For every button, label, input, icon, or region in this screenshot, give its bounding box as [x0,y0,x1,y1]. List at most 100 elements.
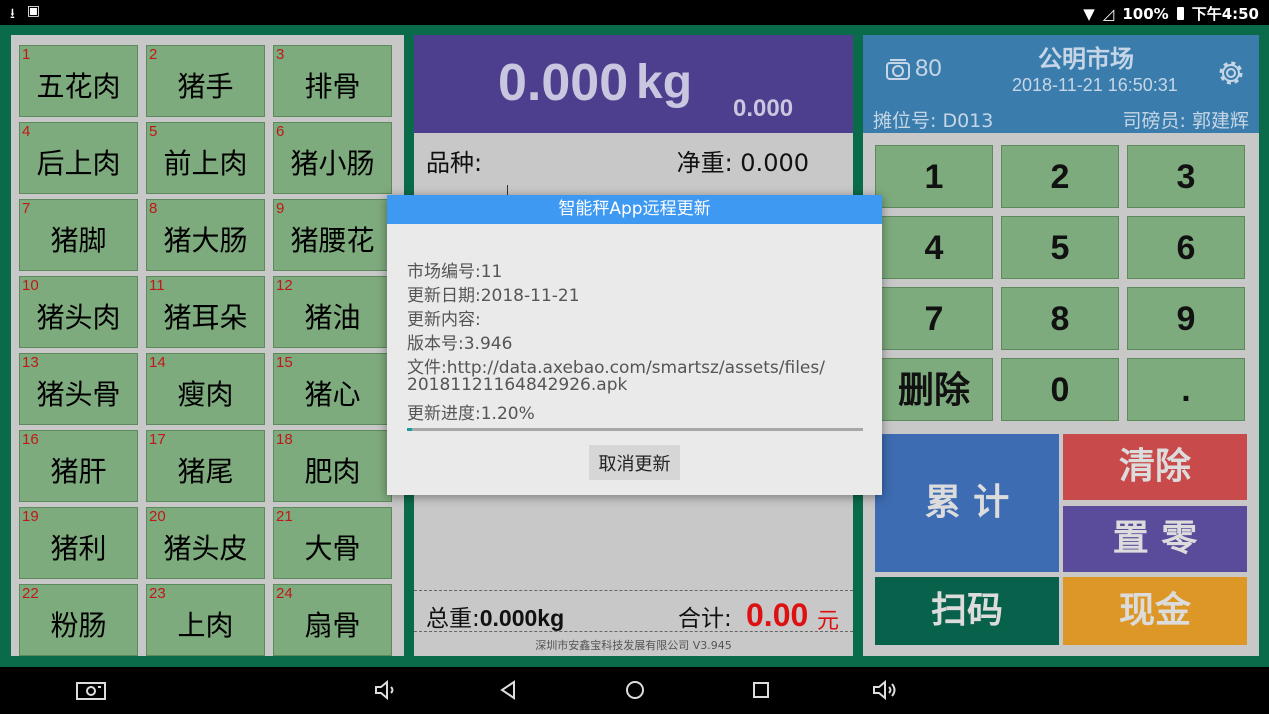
keypad-key[interactable]: 1 [875,145,993,208]
scan-button[interactable]: 扫码 [875,577,1059,645]
cancel-update-button[interactable]: 取消更新 [589,445,680,480]
divider [414,631,853,632]
product-button[interactable]: 19 猪利 [19,507,138,579]
product-button[interactable]: 4 后上肉 [19,122,138,194]
wifi-icon: ▼ [1083,4,1095,23]
product-name: 猪小肠 [290,147,375,180]
keypad-key[interactable]: 7 [875,287,993,350]
product-button[interactable]: 13 猪头骨 [19,353,138,425]
keypad-key[interactable]: 6 [1127,216,1245,279]
product-button[interactable]: 20 猪头皮 [146,507,265,579]
weight-display: 0.000 kg 0.000 [414,35,853,133]
product-number: 9 [276,200,285,217]
product-name: 前上肉 [163,147,248,180]
download-icon: ⭳ [10,6,15,22]
product-number: 15 [276,354,293,371]
product-button[interactable]: 3 排骨 [273,45,392,117]
product-name: 猪头皮 [163,532,248,565]
net-weight: 净重: 0.000 [676,149,809,177]
product-button[interactable]: 2 猪手 [146,45,265,117]
product-name: 猪尾 [177,455,234,488]
control-panel: 80 公明市场 2018-11-21 16:50:31 摊位号: D013 司磅… [863,35,1259,656]
screenshot-icon[interactable] [76,678,106,702]
product-name: 上肉 [177,609,234,642]
product-button[interactable]: 11 猪耳朵 [146,276,265,348]
back-icon[interactable] [494,678,524,702]
product-button[interactable]: 6 猪小肠 [273,122,392,194]
weight-value: 0.000 [498,54,629,112]
product-name: 猪手 [177,70,234,103]
home-icon[interactable] [620,678,650,702]
product-name: 猪耳朵 [163,301,248,334]
product-number: 2 [149,46,158,63]
recents-icon[interactable] [746,678,776,702]
delete-key[interactable]: 删除 [875,358,993,421]
keypad-key[interactable]: 0 [1001,358,1119,421]
product-button[interactable]: 1 五花肉 [19,45,138,117]
product-grid: 1 五花肉 2 猪手 3 排骨 4 后上肉 5 前上肉 6 猪小肠 7 猪脚 8 猪大肠 9 猪腰花 10 猪头肉 11… [11,35,404,656]
keypad-key[interactable]: 2 [1001,145,1119,208]
product-name: 猪肝 [50,455,107,488]
product-button[interactable]: 9 猪腰花 [273,199,392,271]
battery-icon [1176,7,1184,20]
gear-icon[interactable] [1215,57,1247,89]
product-number: 4 [22,123,31,140]
product-button[interactable]: 17 猪尾 [146,430,265,502]
product-button[interactable]: 24 扇骨 [273,584,392,656]
product-button[interactable]: 14 瘦肉 [146,353,265,425]
keypad-key[interactable]: 8 [1001,287,1119,350]
product-name: 排骨 [304,70,361,103]
product-name: 猪大肠 [163,224,248,257]
weight-sub-value: 0.000 [733,95,794,122]
keypad-key[interactable]: 9 [1127,287,1245,350]
total-weight-value: 0.000kg [479,605,565,631]
product-number: 12 [276,277,293,294]
product-button[interactable]: 12 猪油 [273,276,392,348]
product-name: 瘦肉 [177,378,234,411]
product-number: 18 [276,431,293,448]
product-number: 14 [149,354,166,371]
clock: 下午4:50 [1191,5,1259,23]
product-name: 扇骨 [304,609,361,642]
product-button[interactable]: 5 前上肉 [146,122,265,194]
update-dialog: 智能秤App远程更新 市场编号:11 更新日期:2018-11-21 更新内容:… [387,195,882,495]
datetime: 2018-11-21 16:50:31 [1012,75,1178,95]
dialog-title: 智能秤App远程更新 [387,195,882,224]
clear-button[interactable]: 清除 [1063,434,1247,500]
product-button[interactable]: 8 猪大肠 [146,199,265,271]
product-number: 23 [149,585,166,602]
product-name: 猪利 [50,532,107,565]
progress-fill [407,428,413,431]
product-number: 8 [149,200,158,217]
product-name: 猪头骨 [36,378,121,411]
market-header: 80 公明市场 2018-11-21 16:50:31 摊位号: D013 司磅… [863,35,1259,133]
accumulate-button[interactable]: 累 计 [875,434,1059,572]
keypad-key[interactable]: 5 [1001,216,1119,279]
keypad-key[interactable]: 3 [1127,145,1245,208]
product-button[interactable]: 10 猪头肉 [19,276,138,348]
total-amount: 0.00 [746,597,809,633]
product-number: 22 [22,585,39,602]
total-weight: 总重:0.000kg [426,599,564,633]
scan-label: 扫码 [930,590,1003,631]
navigation-bar [0,667,1269,714]
product-button[interactable]: 15 猪心 [273,353,392,425]
product-button[interactable]: 21 大骨 [273,507,392,579]
volume-up-icon[interactable] [870,678,900,702]
product-name: 五花肉 [36,70,121,103]
product-name: 猪头肉 [36,301,121,334]
cash-button[interactable]: 现金 [1063,577,1247,645]
battery-percent: 100% [1122,4,1169,23]
product-name: 猪脚 [50,224,107,257]
product-button[interactable]: 23 上肉 [146,584,265,656]
keypad-key[interactable]: . [1127,358,1245,421]
update-content: 更新内容: [407,310,481,330]
volume-down-icon[interactable] [370,678,400,702]
product-button[interactable]: 7 猪脚 [19,199,138,271]
product-button[interactable]: 16 猪肝 [19,430,138,502]
keypad-key[interactable]: 4 [875,216,993,279]
product-button[interactable]: 22 粉肠 [19,584,138,656]
zero-button[interactable]: 置 零 [1063,506,1247,572]
product-button[interactable]: 18 肥肉 [273,430,392,502]
product-name: 大骨 [304,532,361,565]
